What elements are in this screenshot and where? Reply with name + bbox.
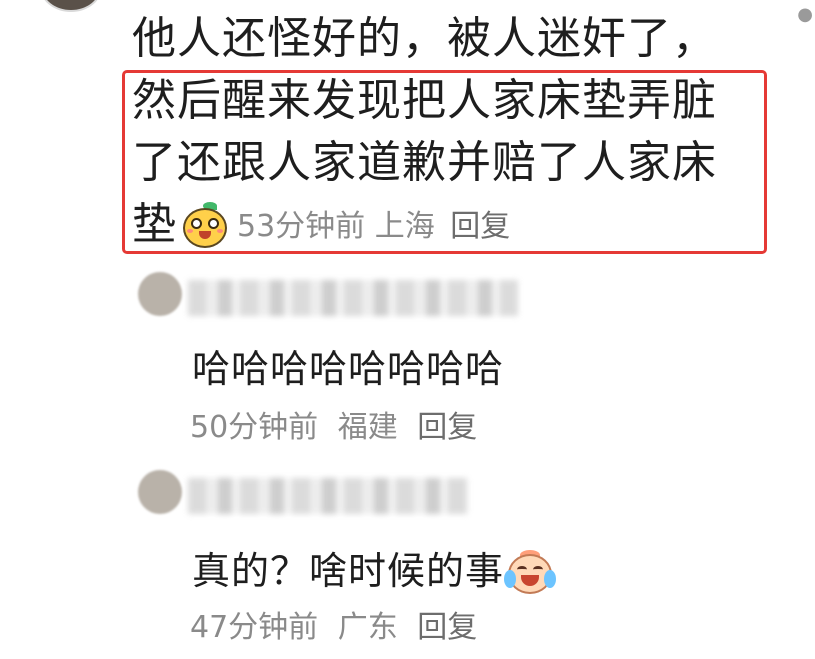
more-icon[interactable]: ●: [797, 4, 813, 25]
reply-button[interactable]: 回复: [417, 610, 477, 645]
commenter-avatar[interactable]: [40, 0, 102, 12]
reply-meta: 47分钟前 广东 回复: [190, 602, 487, 646]
blurred-username[interactable]: [188, 280, 518, 316]
reply-avatar[interactable]: [138, 272, 182, 316]
laughing-crying-emoji-icon: [504, 549, 557, 598]
reply-location: 福建: [337, 410, 398, 445]
reply-location: 广东: [337, 610, 398, 645]
reply-time: 47分钟前: [190, 610, 319, 645]
reply-meta: 50分钟前 福建 回复: [190, 402, 487, 446]
reply-time: 50分钟前: [190, 410, 319, 445]
highlight-annotation-box: [122, 70, 767, 254]
main-comment-line-1: 他人还怪好的，被人迷奸了，: [132, 13, 717, 64]
reply-avatar[interactable]: [138, 470, 182, 514]
reply-button[interactable]: 回复: [417, 410, 477, 445]
blurred-username[interactable]: [188, 478, 468, 514]
reply-content: 真的？啥时候的事: [192, 540, 557, 598]
reply-content-text: 真的？啥时候的事: [192, 549, 505, 593]
reply-content: 哈哈哈哈哈哈哈哈: [192, 347, 505, 391]
